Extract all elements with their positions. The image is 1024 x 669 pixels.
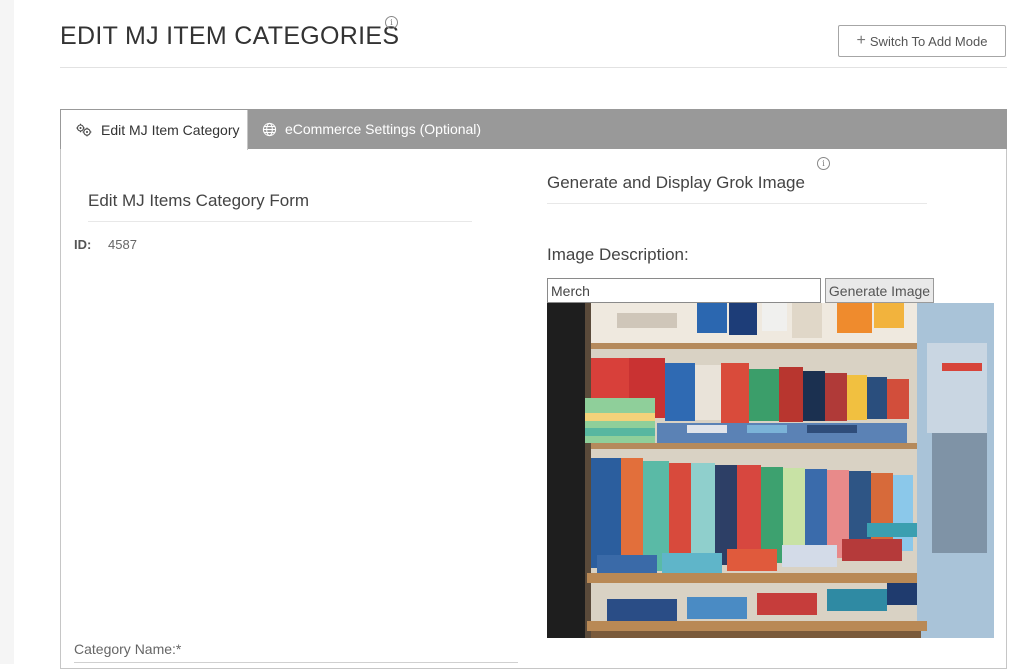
image-description-label: Image Description: xyxy=(547,245,689,264)
id-value: 4587 xyxy=(108,237,137,252)
title-divider xyxy=(60,67,1007,68)
gears-icon xyxy=(75,123,93,137)
form-title: Edit MJ Items Category Form xyxy=(88,191,310,210)
info-icon[interactable]: i xyxy=(817,157,830,170)
tab-bar: Edit MJ Item Category eCommerce Settings… xyxy=(60,109,1007,150)
image-generator-title: Generate and Display Grok Image xyxy=(547,173,805,192)
form-divider xyxy=(88,221,472,222)
switch-button-label: Switch To Add Mode xyxy=(869,33,988,49)
tab-edit-mj-item-category[interactable]: Edit MJ Item Category xyxy=(61,110,248,150)
category-name-label: Category Name:* xyxy=(74,641,182,657)
globe-icon xyxy=(262,122,277,137)
image-description-input[interactable] xyxy=(547,278,821,303)
info-icon[interactable]: i xyxy=(385,16,398,29)
id-label: ID: xyxy=(74,237,92,252)
tab-ecommerce-settings[interactable]: eCommerce Settings (Optional) xyxy=(262,109,481,149)
left-gutter xyxy=(0,0,14,664)
tab-label: eCommerce Settings (Optional) xyxy=(285,121,482,137)
page-title: EDIT MJ ITEM CATEGORIES xyxy=(60,22,400,50)
generated-image xyxy=(547,303,994,638)
plus-icon: + xyxy=(856,32,866,49)
switch-to-add-mode-button[interactable]: + Switch To Add Mode xyxy=(838,25,1006,57)
category-name-field[interactable] xyxy=(74,662,518,663)
tab-label: Edit MJ Item Category xyxy=(101,122,240,138)
generate-image-button[interactable]: Generate Image xyxy=(825,278,934,303)
image-generator-divider xyxy=(547,203,927,204)
